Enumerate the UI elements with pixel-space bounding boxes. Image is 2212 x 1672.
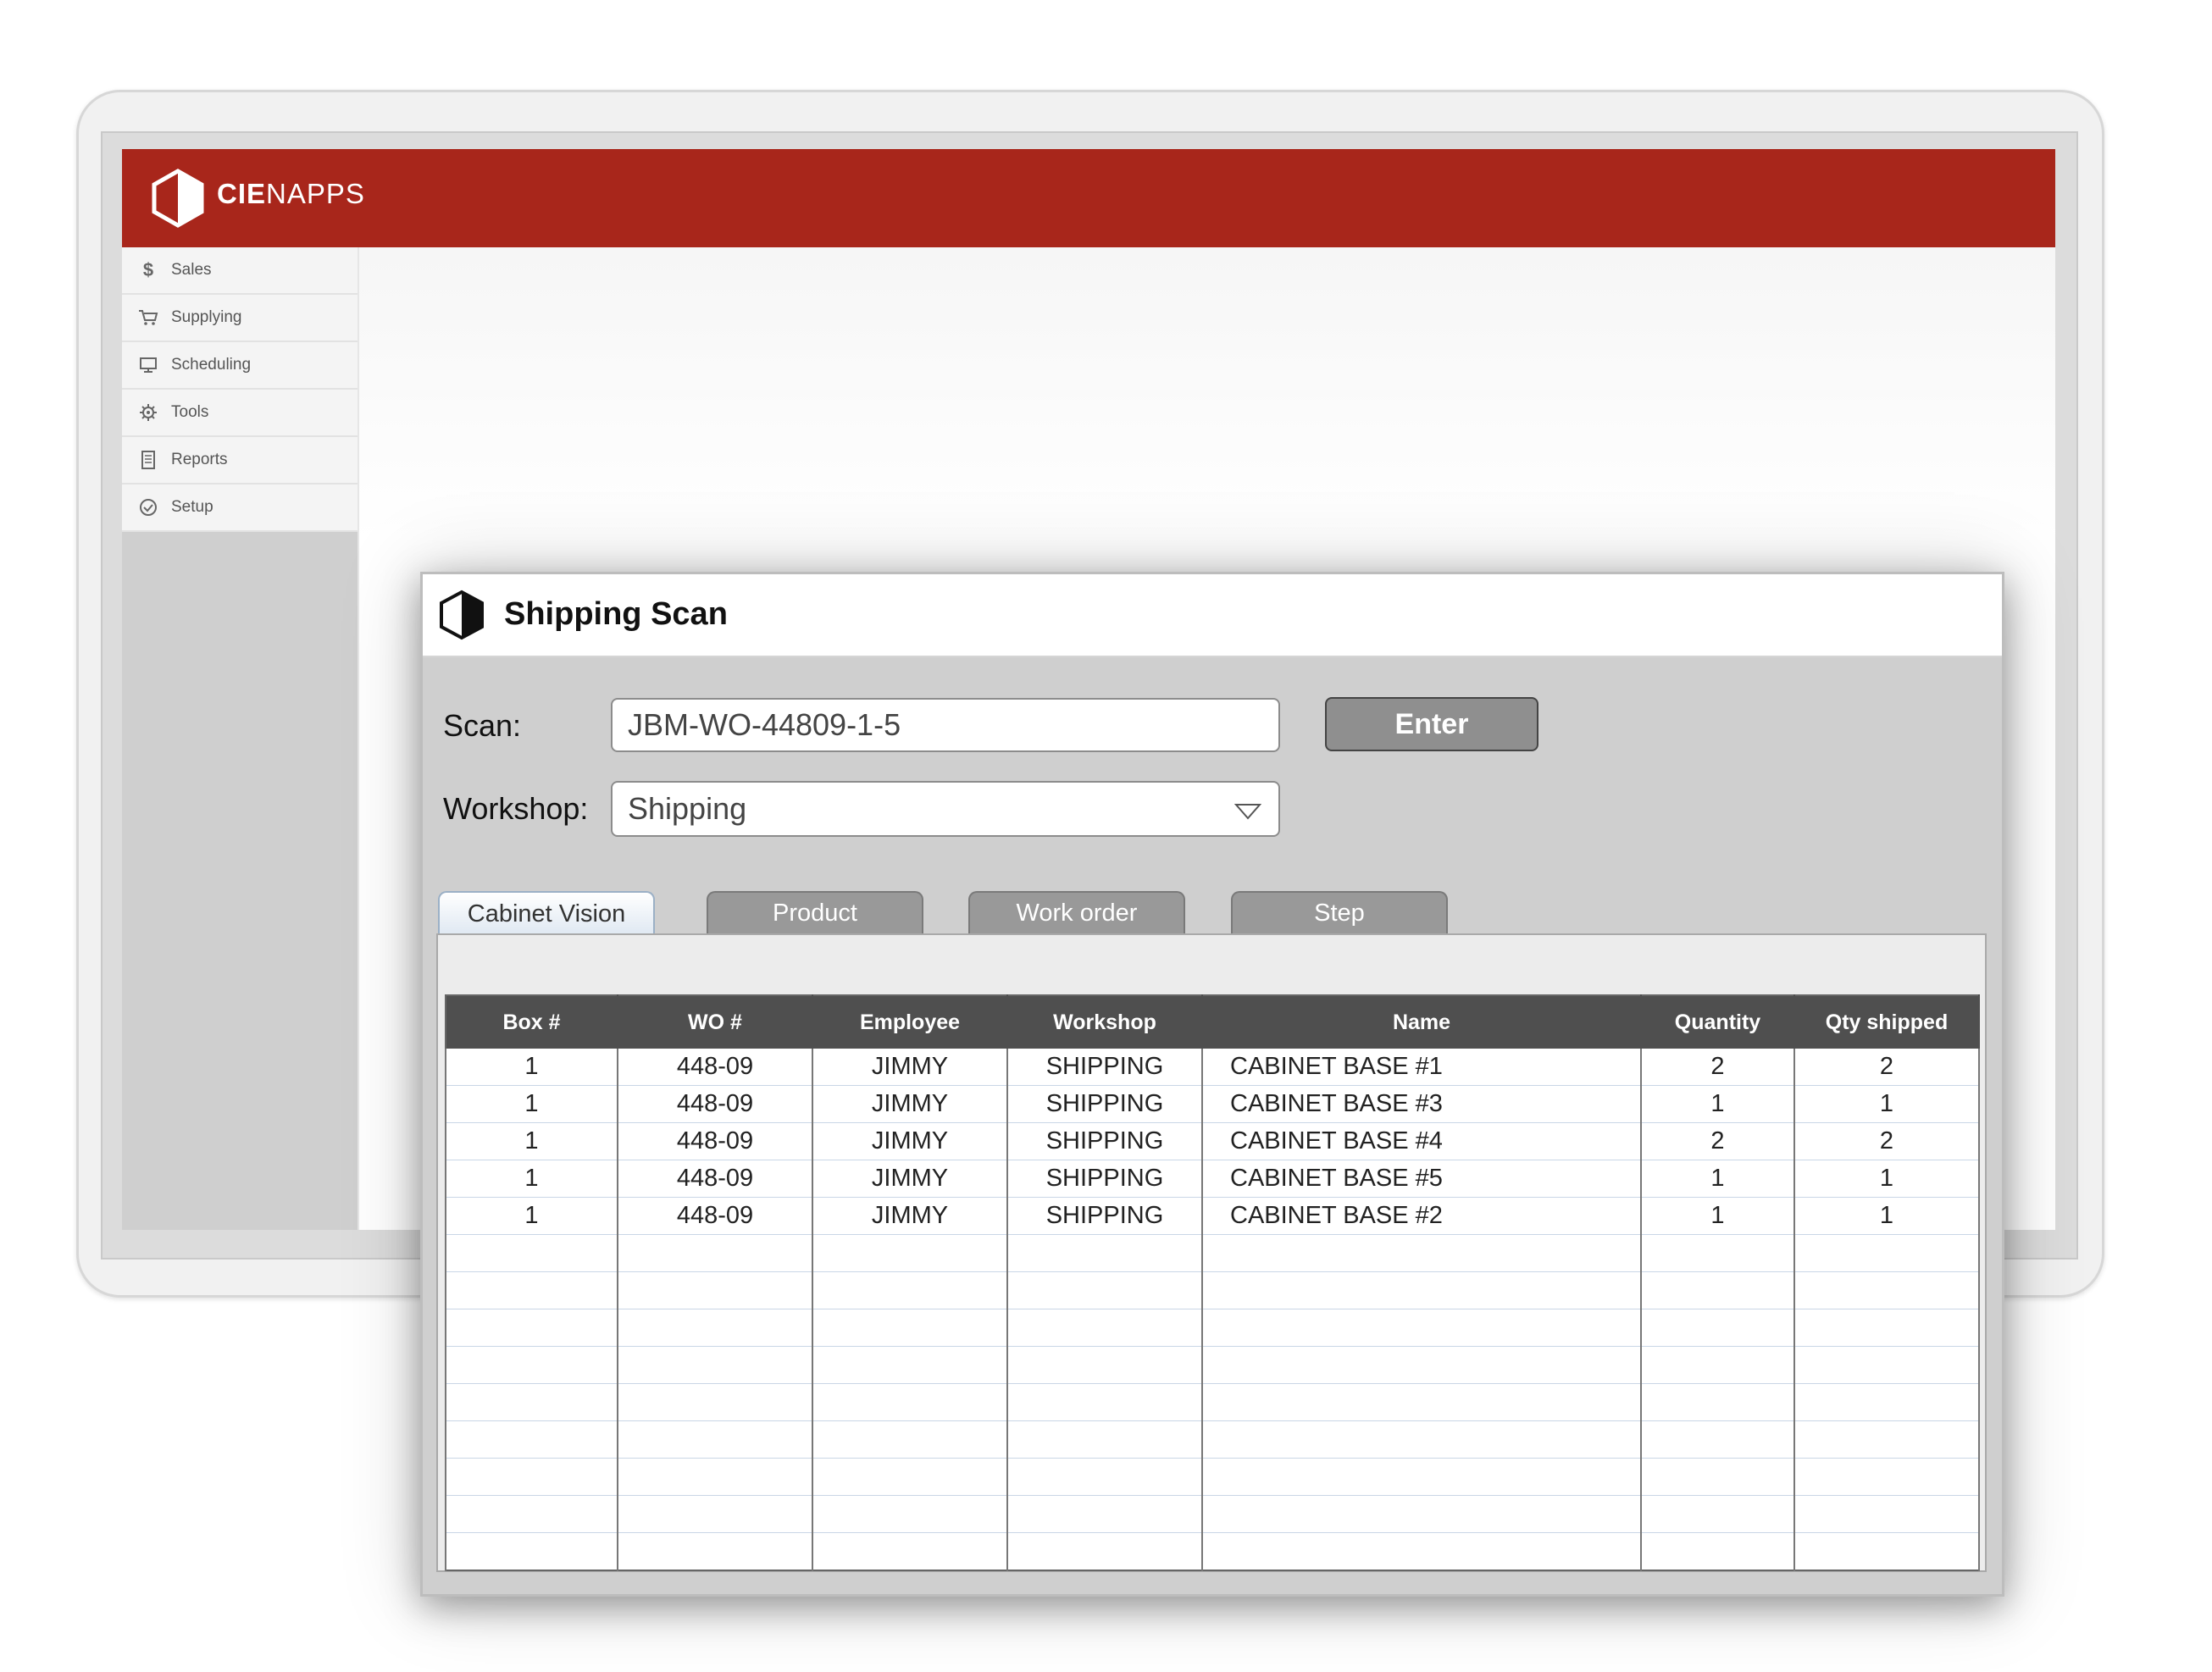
sidebar-item-supplying[interactable]: Supplying bbox=[122, 295, 358, 342]
brand-light: NAPPS bbox=[266, 178, 365, 209]
wo-cell: 448-09 bbox=[617, 1160, 813, 1198]
sidebar-item-tools[interactable]: Tools bbox=[122, 390, 358, 437]
document-icon bbox=[137, 449, 159, 471]
workshop-select[interactable]: Shipping bbox=[611, 781, 1280, 837]
empty-row bbox=[445, 1532, 1980, 1571]
dollar-icon: $ bbox=[142, 259, 154, 280]
brand-logo-text: CIENAPPS bbox=[217, 178, 365, 210]
qty-shipped-cell: 2 bbox=[1793, 1049, 1980, 1086]
empty-row bbox=[445, 1346, 1980, 1384]
qty-shipped-cell: 1 bbox=[1793, 1160, 1980, 1198]
chevron-down-icon bbox=[1234, 804, 1261, 820]
workshop-cell: SHIPPING bbox=[1006, 1085, 1203, 1123]
name-cell: CABINET BASE #4 bbox=[1201, 1122, 1642, 1160]
column-header[interactable]: Employee bbox=[812, 995, 1008, 1049]
empty-row bbox=[445, 1309, 1980, 1347]
scan-input[interactable]: JBM-WO-44809-1-5 bbox=[611, 698, 1280, 752]
column-header[interactable]: Workshop bbox=[1007, 995, 1203, 1049]
employee-cell: JIMMY bbox=[812, 1122, 1008, 1160]
workshop-cell: SHIPPING bbox=[1006, 1049, 1203, 1086]
workshop-label: Workshop: bbox=[443, 791, 589, 826]
shipping-scan-dialog: Shipping Scan Scan: JBM-WO-44809-1-5 Ent… bbox=[420, 572, 2004, 1597]
workshop-cell: SHIPPING bbox=[1006, 1160, 1203, 1198]
employee-cell: JIMMY bbox=[812, 1049, 1008, 1086]
empty-row bbox=[445, 1495, 1980, 1533]
enter-button[interactable]: Enter bbox=[1325, 697, 1538, 751]
wo-cell: 448-09 bbox=[617, 1122, 813, 1160]
empty-row bbox=[445, 1383, 1980, 1421]
empty-row bbox=[445, 1420, 1980, 1459]
sidebar-item-label: Sales bbox=[171, 261, 212, 279]
name-cell: CABINET BASE #1 bbox=[1201, 1049, 1642, 1086]
sidebar: $ Sales Supplying Scheduling Tools Repor… bbox=[122, 247, 359, 1230]
tab-cabinet-vision[interactable]: Cabinet Vision bbox=[438, 891, 655, 935]
table-row[interactable]: 1 448-09 JIMMY SHIPPING CABINET BASE #5 … bbox=[445, 1160, 1980, 1198]
qty-shipped-cell: 1 bbox=[1793, 1197, 1980, 1235]
dialog-titlebar: Shipping Scan bbox=[423, 574, 2002, 657]
column-header[interactable]: Qty shipped bbox=[1794, 995, 1980, 1049]
tab-step[interactable]: Step bbox=[1231, 891, 1448, 933]
qty-shipped-cell: 1 bbox=[1793, 1085, 1980, 1123]
monitor-icon bbox=[137, 354, 159, 376]
table-row[interactable]: 1 448-09 JIMMY SHIPPING CABINET BASE #1 … bbox=[445, 1049, 1980, 1086]
cart-icon bbox=[137, 307, 159, 329]
quantity-cell: 1 bbox=[1640, 1085, 1795, 1123]
cube-logo-icon bbox=[152, 169, 204, 228]
sidebar-item-label: Setup bbox=[171, 498, 213, 516]
sidebar-menu: $ Sales Supplying Scheduling Tools Repor… bbox=[122, 247, 358, 532]
empty-row bbox=[445, 1234, 1980, 1272]
workshop-cell: SHIPPING bbox=[1006, 1122, 1203, 1160]
quantity-cell: 1 bbox=[1640, 1197, 1795, 1235]
brand-bold: CIE bbox=[217, 178, 267, 209]
gear-icon bbox=[137, 401, 159, 424]
box-cell: 1 bbox=[445, 1049, 618, 1086]
shipping-table: Box # WO # Employee Workshop Name Quanti… bbox=[445, 994, 1980, 1571]
sidebar-item-label: Supplying bbox=[171, 308, 242, 326]
table-row[interactable]: 1 448-09 JIMMY SHIPPING CABINET BASE #4 … bbox=[445, 1122, 1980, 1160]
qty-shipped-cell: 2 bbox=[1793, 1122, 1980, 1160]
table-header-row: Box # WO # Employee Workshop Name Quanti… bbox=[446, 995, 1980, 1049]
quantity-cell: 1 bbox=[1640, 1160, 1795, 1198]
name-cell: CABINET BASE #5 bbox=[1201, 1160, 1642, 1198]
sidebar-item-label: Reports bbox=[171, 451, 228, 468]
table-row[interactable]: 1 448-09 JIMMY SHIPPING CABINET BASE #2 … bbox=[445, 1197, 1980, 1235]
column-header[interactable]: Box # bbox=[446, 995, 618, 1049]
name-cell: CABINET BASE #2 bbox=[1201, 1197, 1642, 1235]
name-cell: CABINET BASE #3 bbox=[1201, 1085, 1642, 1123]
wo-cell: 448-09 bbox=[617, 1049, 813, 1086]
cube-logo-icon bbox=[440, 590, 484, 640]
quantity-cell: 2 bbox=[1640, 1122, 1795, 1160]
box-cell: 1 bbox=[445, 1085, 618, 1123]
column-header[interactable]: Quantity bbox=[1641, 995, 1795, 1049]
tab-work-order[interactable]: Work order bbox=[968, 891, 1185, 933]
box-cell: 1 bbox=[445, 1197, 618, 1235]
app-header: CIENAPPS bbox=[122, 149, 2055, 247]
box-cell: 1 bbox=[445, 1122, 618, 1160]
tab-product[interactable]: Product bbox=[707, 891, 923, 933]
check-circle-icon bbox=[137, 496, 159, 518]
sidebar-item-sales[interactable]: $ Sales bbox=[122, 247, 358, 295]
empty-row bbox=[445, 1458, 1980, 1496]
quantity-cell: 2 bbox=[1640, 1049, 1795, 1086]
sidebar-item-scheduling[interactable]: Scheduling bbox=[122, 342, 358, 390]
wo-cell: 448-09 bbox=[617, 1197, 813, 1235]
box-cell: 1 bbox=[445, 1160, 618, 1198]
table-row[interactable]: 1 448-09 JIMMY SHIPPING CABINET BASE #3 … bbox=[445, 1085, 1980, 1123]
column-header[interactable]: WO # bbox=[618, 995, 813, 1049]
wo-cell: 448-09 bbox=[617, 1085, 813, 1123]
employee-cell: JIMMY bbox=[812, 1197, 1008, 1235]
dialog-title: Shipping Scan bbox=[504, 596, 728, 632]
sidebar-item-label: Tools bbox=[171, 403, 209, 421]
employee-cell: JIMMY bbox=[812, 1085, 1008, 1123]
workshop-cell: SHIPPING bbox=[1006, 1197, 1203, 1235]
sidebar-item-label: Scheduling bbox=[171, 356, 252, 374]
employee-cell: JIMMY bbox=[812, 1160, 1008, 1198]
scan-label: Scan: bbox=[443, 708, 522, 743]
sidebar-item-reports[interactable]: Reports bbox=[122, 437, 358, 484]
empty-row bbox=[445, 1271, 1980, 1309]
workshop-selected-value: Shipping bbox=[628, 791, 747, 826]
sidebar-item-setup[interactable]: Setup bbox=[122, 484, 358, 532]
column-header[interactable]: Name bbox=[1202, 995, 1642, 1049]
